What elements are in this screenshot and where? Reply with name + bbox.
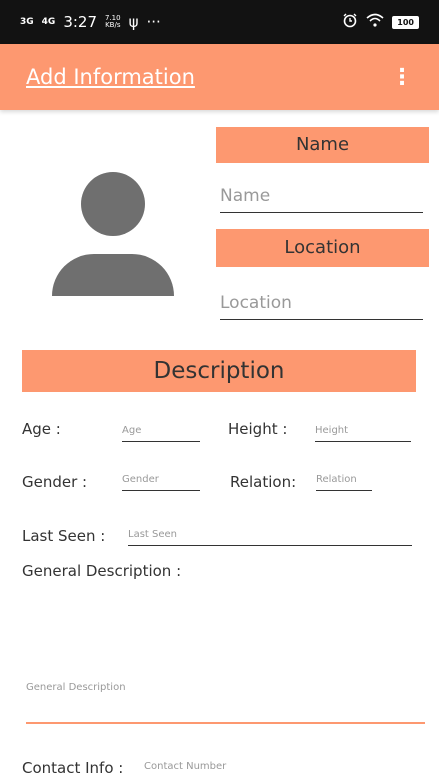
gender-label: Gender : xyxy=(22,473,88,491)
relation-label: Relation: xyxy=(230,473,297,491)
status-right: 100 xyxy=(342,12,419,32)
relation-input[interactable] xyxy=(316,469,372,491)
status-bar: 3G 4G 3:27 7.10 KB/s ψ ··· 100 xyxy=(0,0,439,44)
last-seen-input[interactable] xyxy=(128,524,412,546)
avatar[interactable] xyxy=(52,172,174,296)
height-label: Height : xyxy=(228,420,288,438)
last-seen-label: Last Seen : xyxy=(22,527,106,545)
name-heading: Name xyxy=(216,127,429,163)
wifi-icon xyxy=(366,13,384,31)
app-bar: Add Information ⋮ xyxy=(0,44,439,110)
page-title: Add Information xyxy=(26,65,195,89)
contact-number-input[interactable] xyxy=(144,755,304,775)
status-time: 3:27 xyxy=(63,13,97,31)
general-description-input[interactable] xyxy=(26,640,425,724)
usb-icon: ψ xyxy=(128,13,139,31)
battery-icon: 100 xyxy=(392,15,419,29)
contact-info-label: Contact Info : xyxy=(22,759,124,775)
alarm-icon xyxy=(342,12,358,32)
description-heading: Description xyxy=(22,350,416,392)
location-heading: Location xyxy=(216,229,429,267)
status-left: 3G 4G 3:27 7.10 KB/s ψ ··· xyxy=(20,13,161,31)
network-speed: 7.10 KB/s xyxy=(105,14,121,29)
signal-3g-icon: 3G xyxy=(20,16,34,27)
overflow-menu-icon[interactable]: ⋮ xyxy=(391,65,413,90)
more-notifications-icon: ··· xyxy=(146,13,161,31)
location-input[interactable] xyxy=(220,286,423,320)
gender-input[interactable] xyxy=(122,469,200,491)
age-label: Age : xyxy=(22,420,61,438)
avatar-head xyxy=(81,172,145,236)
name-input[interactable] xyxy=(220,180,423,213)
avatar-body xyxy=(52,254,174,296)
age-input[interactable] xyxy=(122,420,200,442)
signal-4g-icon: 4G xyxy=(41,16,56,27)
height-input[interactable] xyxy=(315,420,411,442)
general-description-label: General Description : xyxy=(22,562,182,580)
